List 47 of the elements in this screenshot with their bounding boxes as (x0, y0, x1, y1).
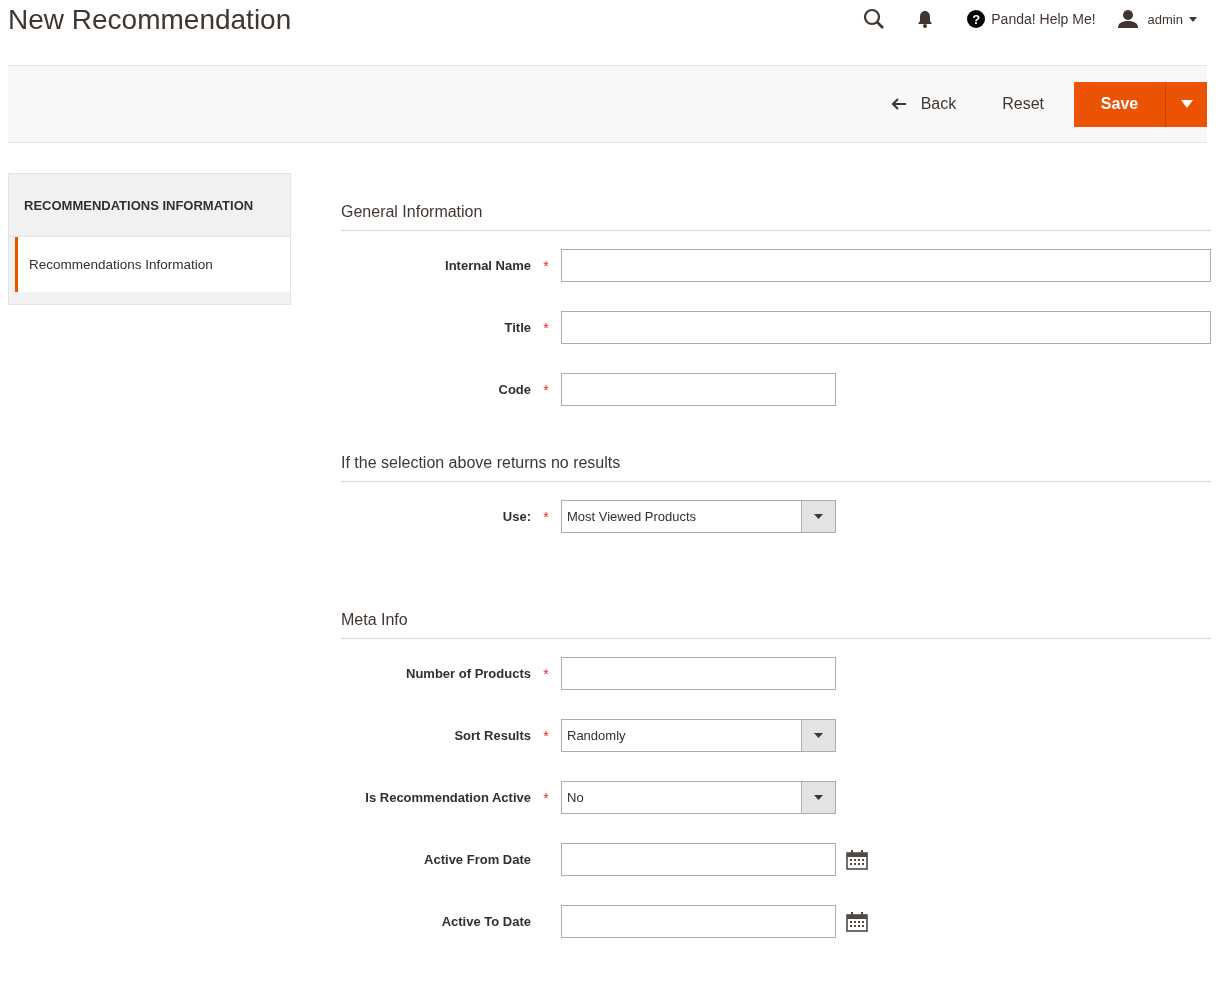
select-field[interactable]: Randomly (561, 719, 836, 752)
calendar-icon[interactable] (846, 849, 868, 870)
save-button[interactable]: Save (1074, 81, 1165, 127)
user-icon (1117, 10, 1138, 28)
section-title: General Information (341, 203, 1211, 231)
input-field[interactable] (561, 249, 1211, 282)
bell-icon (917, 10, 934, 28)
required-mark: * (543, 789, 549, 806)
help-link[interactable]: ? Panda! Help Me! (965, 8, 1098, 30)
section-title: If the selection above returns no results (341, 454, 1211, 482)
field-label: Title (503, 320, 531, 335)
field-label: Code (497, 382, 531, 397)
section-title: Meta Info (341, 611, 1211, 639)
input-field[interactable] (561, 311, 1211, 344)
reset-button[interactable]: Reset (986, 87, 1060, 121)
required-mark: * (543, 381, 549, 398)
caret-icon (1180, 100, 1193, 108)
required-mark: * (543, 508, 549, 525)
field-label: Internal Name (444, 258, 531, 273)
field-label: Is Recommendation Active (364, 790, 531, 805)
caret-icon (1189, 16, 1197, 22)
field-label: Active To Date (440, 914, 531, 929)
calendar-icon[interactable] (846, 911, 868, 932)
input-field[interactable] (561, 373, 836, 406)
user-menu[interactable]: admin (1115, 8, 1199, 30)
page-title: New Recommendation (8, 4, 292, 36)
date-field[interactable] (561, 843, 836, 876)
arrow-left-icon (891, 98, 907, 110)
field-label: Number of Products (405, 666, 531, 681)
caret-icon (814, 733, 823, 738)
date-field[interactable] (561, 905, 836, 938)
field-label: Use: (501, 509, 531, 524)
required-mark: * (543, 665, 549, 682)
input-field[interactable] (561, 657, 836, 690)
caret-icon (814, 514, 823, 519)
required-mark: * (543, 257, 549, 274)
select-field[interactable]: Most Viewed Products (561, 500, 836, 533)
required-mark: * (543, 319, 549, 336)
required-mark: * (543, 727, 549, 744)
search-icon (863, 8, 886, 30)
select-field[interactable]: No (561, 781, 836, 814)
field-label: Active From Date (423, 852, 531, 867)
back-button[interactable]: Back (875, 87, 973, 121)
help-icon: ? (967, 10, 986, 28)
sidebar-item[interactable]: Recommendations Information (15, 237, 290, 292)
field-label: Sort Results (453, 728, 531, 743)
caret-icon (814, 795, 823, 800)
